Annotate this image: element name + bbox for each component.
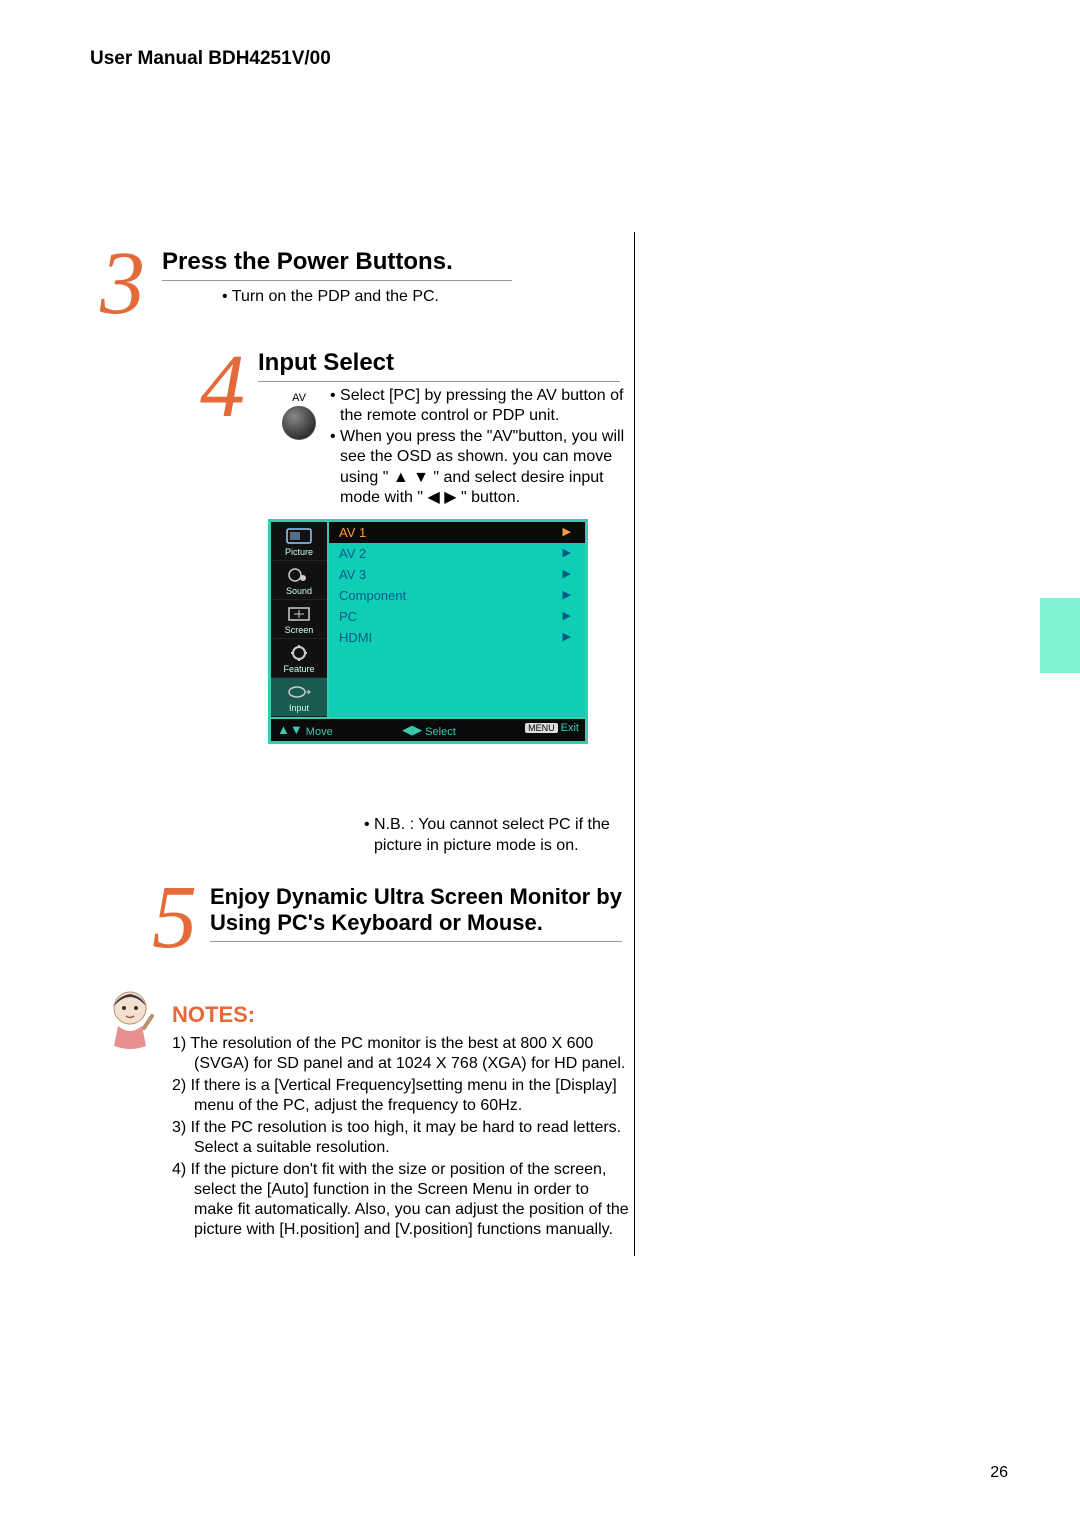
notes-character-icon xyxy=(100,986,160,1051)
osd-item-component: Component▶ xyxy=(329,585,585,606)
osd-side-label: Screen xyxy=(285,625,314,635)
osd-side-label: Input xyxy=(289,703,309,713)
osd-input-list: AV 1▶ AV 2▶ AV 3▶ Component▶ PC▶ HDMI▶ xyxy=(329,522,585,717)
osd-side-label: Picture xyxy=(285,547,313,557)
notes-body: 1) The resolution of the PC monitor is t… xyxy=(172,1034,632,1242)
osd-footer: ▲▼ Move ◀▶ Select MENUExit xyxy=(271,717,585,741)
chevron-right-icon: ▶ xyxy=(563,630,571,645)
osd-side-picture: Picture xyxy=(271,522,327,561)
osd-side-label: Sound xyxy=(286,586,312,596)
osd-item-av3: AV 3▶ xyxy=(329,564,585,585)
osd-footer-exit: MENUExit xyxy=(525,722,579,738)
av-button-illustration: AV xyxy=(282,392,316,440)
sound-icon xyxy=(284,565,314,585)
osd-item-pc: PC▶ xyxy=(329,606,585,627)
osd-side-sound: Sound xyxy=(271,561,327,600)
section-tab xyxy=(1040,598,1080,673)
note-item-4: 4) If the picture don't fit with the siz… xyxy=(172,1160,632,1240)
osd-item-hdmi: HDMI▶ xyxy=(329,627,585,648)
step-5-number: 5 xyxy=(152,866,197,969)
osd-footer-move: ▲▼ Move xyxy=(277,722,333,738)
osd-side-label: Feature xyxy=(283,664,314,674)
note-item-1: 1) The resolution of the PC monitor is t… xyxy=(172,1034,632,1074)
input-icon xyxy=(284,682,314,702)
av-button-icon xyxy=(282,406,316,440)
osd-side-input: Input xyxy=(271,678,327,717)
step-5-title: Enjoy Dynamic Ultra Screen Monitor by Us… xyxy=(210,884,622,942)
osd-side-feature: Feature xyxy=(271,639,327,678)
osd-item-av1: AV 1▶ xyxy=(329,522,585,543)
step-3-title: Press the Power Buttons. xyxy=(162,248,512,281)
step-4-line-2: • When you press the "AV"button, you wil… xyxy=(330,427,630,509)
chevron-right-icon: ▶ xyxy=(563,609,571,624)
manual-header: User Manual BDH4251V/00 xyxy=(90,48,331,70)
chevron-right-icon: ▶ xyxy=(563,546,571,561)
osd-item-av2: AV 2▶ xyxy=(329,543,585,564)
screen-icon xyxy=(284,604,314,624)
notes-heading: NOTES: xyxy=(172,1002,255,1028)
feature-icon xyxy=(284,643,314,663)
step-3-body: • Turn on the PDP and the PC. xyxy=(222,288,439,306)
osd-side-screen: Screen xyxy=(271,600,327,639)
note-item-2: 2) If there is a [Vertical Frequency]set… xyxy=(172,1076,632,1116)
step-4-title: Input Select xyxy=(258,349,620,382)
chevron-right-icon: ▶ xyxy=(563,525,571,540)
nb-note: • N.B. : You cannot select PC if the pic… xyxy=(364,815,620,857)
column-divider xyxy=(634,232,635,1256)
step-4-number: 4 xyxy=(200,335,245,438)
chevron-right-icon: ▶ xyxy=(563,588,571,603)
osd-sidebar: Picture Sound Screen Feature Input xyxy=(271,522,329,717)
osd-footer-select: ◀▶ Select xyxy=(402,722,456,738)
step-3-number: 3 xyxy=(100,232,145,335)
osd-menu: Picture Sound Screen Feature Input AV 1▶… xyxy=(268,519,588,744)
page-number: 26 xyxy=(990,1464,1008,1482)
note-item-3: 3) If the PC resolution is too high, it … xyxy=(172,1118,632,1158)
av-button-label: AV xyxy=(282,392,316,404)
picture-icon xyxy=(284,526,314,546)
step-4-line-1: • Select [PC] by pressing the AV button … xyxy=(330,386,630,427)
chevron-right-icon: ▶ xyxy=(563,567,571,582)
step-4-body: • Select [PC] by pressing the AV button … xyxy=(330,386,630,509)
